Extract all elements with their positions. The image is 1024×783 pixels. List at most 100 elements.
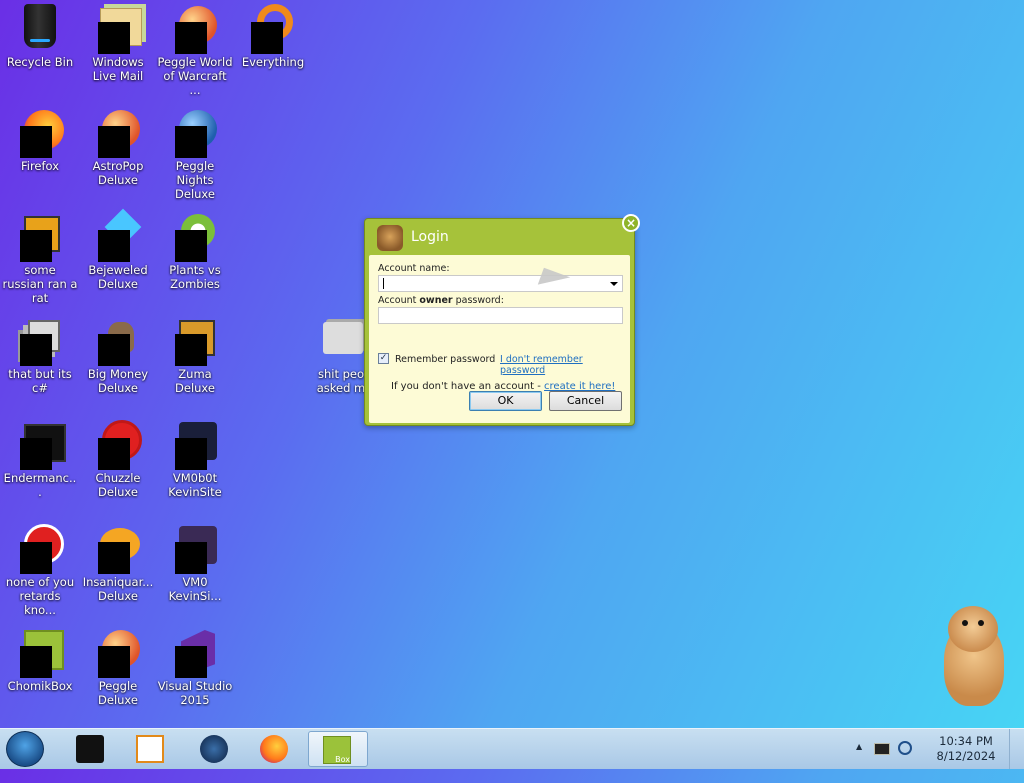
icon-label: Peggle Nights Deluxe: [175, 159, 215, 201]
desktop-icon-big-money[interactable]: Big Money Deluxe: [78, 312, 158, 412]
hamster-mascot: [934, 604, 1014, 708]
monitor-icon: [169, 420, 221, 470]
dialog-titlebar[interactable]: Login ×: [365, 214, 640, 255]
desktop-icon-zuma[interactable]: Zuma Deluxe: [155, 312, 235, 412]
desktop-icon-peggle-wow[interactable]: Peggle World of Warcraft ...: [155, 0, 235, 100]
taskbar-item-terminal[interactable]: [62, 731, 118, 767]
clock-date: 8/12/2024: [936, 749, 996, 763]
desktop-icon-bejeweled[interactable]: Bejeweled Deluxe: [78, 208, 158, 308]
taskbar-item-browser[interactable]: [186, 731, 242, 767]
dark-app-icon: [169, 524, 221, 574]
icon-label: Big Money Deluxe: [87, 367, 149, 395]
desktop-icon-recycle-bin[interactable]: Recycle Bin: [0, 0, 80, 100]
icon-label: Firefox: [20, 159, 60, 173]
media-player-icon: [136, 735, 164, 763]
icon-label: Insaniquar... Deluxe: [82, 575, 154, 603]
start-button[interactable]: [6, 731, 44, 767]
gem-icon: [92, 208, 144, 262]
windows-stack-icon: [14, 316, 66, 366]
icon-label: Zuma Deluxe: [175, 367, 215, 395]
taskbar-item-firefox[interactable]: [246, 731, 302, 767]
fish-icon: [92, 524, 144, 574]
icon-label: some russian ran a rat: [2, 263, 78, 305]
icon-label: Bejeweled Deluxe: [88, 263, 148, 291]
account-name-label: Account name:: [378, 263, 450, 274]
zuma-icon: [169, 316, 221, 366]
cancel-button[interactable]: Cancel: [549, 391, 622, 411]
icon-label: VM0b0t KevinSite: [168, 471, 222, 499]
folder-icon: [315, 316, 367, 364]
plant-icon: [169, 212, 221, 262]
text-caret: [383, 278, 384, 289]
desktop-icon-peggle-deluxe[interactable]: Peggle Deluxe: [78, 624, 158, 724]
desktop-icon-chomikbox[interactable]: ChomikBox: [0, 624, 80, 724]
peggle-icon: [169, 4, 221, 54]
password-label: Account owner password:: [378, 295, 504, 306]
globe-icon: [200, 735, 228, 763]
desktop-icon-that-but-its-csharp[interactable]: that but its c#: [0, 312, 80, 412]
firefox-icon: [260, 735, 288, 763]
remember-password-checkbox[interactable]: ✓: [378, 353, 389, 364]
icon-label: Recycle Bin: [6, 55, 74, 69]
mail-icon: [92, 4, 144, 54]
desktop-icon-plants-vs-zombies[interactable]: Plants vs Zombies: [155, 208, 235, 308]
money-bag-icon: [92, 316, 144, 366]
network-icon[interactable]: [898, 741, 912, 755]
icon-label: VM0 KevinSi...: [168, 575, 222, 603]
desktop-icon-astropop[interactable]: AstroPop Deluxe: [78, 104, 158, 204]
icon-label: that but its c#: [8, 367, 72, 395]
desktop-icon-firefox[interactable]: Firefox: [0, 104, 80, 204]
search-ring-icon: [247, 4, 299, 54]
chomikbox-icon: [14, 628, 66, 678]
remember-password-label: Remember password: [395, 354, 496, 365]
dropdown-arrow-icon[interactable]: [610, 282, 618, 286]
terminal-icon: [76, 735, 104, 763]
desktop-icon-vm0b0t[interactable]: VM0b0t KevinSite: [155, 416, 235, 516]
peggle-nights-icon: [169, 108, 221, 158]
icon-label: Peggle World of Warcraft ...: [157, 55, 233, 97]
icon-label: Windows Live Mail: [92, 55, 144, 83]
red-circle-icon: [14, 524, 66, 574]
clock[interactable]: 10:34 PM 8/12/2024: [930, 734, 1002, 764]
terminal-icon: [14, 420, 66, 470]
desktop-icon-some-russian[interactable]: some russian ran a rat: [0, 208, 80, 308]
password-field[interactable]: [378, 307, 623, 324]
desktop-icon-none-of-you[interactable]: none of you retards kno...: [0, 520, 80, 620]
taskbar: Box ▲ 10:34 PM 8/12/2024: [0, 728, 1024, 769]
forgot-password-link[interactable]: I don't remember password: [500, 354, 630, 376]
taskbar-item-media-player[interactable]: [122, 731, 178, 767]
icon-label: Everything: [241, 55, 305, 69]
desktop-icon-chuzzle[interactable]: Chuzzle Deluxe: [78, 416, 158, 516]
icon-label: Peggle Deluxe: [98, 679, 138, 707]
battery-icon[interactable]: [874, 743, 890, 755]
taskbar-item-chomikbox[interactable]: Box: [308, 731, 368, 767]
desktop-icon-vm0[interactable]: VM0 KevinSi...: [155, 520, 235, 620]
desktop-icon-visual-studio[interactable]: Visual Studio 2015: [155, 624, 235, 724]
firefox-icon: [14, 108, 66, 158]
astropop-icon: [92, 108, 144, 158]
desktop-icon-everything[interactable]: Everything: [233, 0, 313, 100]
recycle-bin-icon: [14, 4, 66, 52]
ok-button[interactable]: OK: [469, 391, 542, 411]
icon-label: AstroPop Deluxe: [92, 159, 144, 187]
desktop-icon-windows-live-mail[interactable]: Windows Live Mail: [78, 0, 158, 100]
show-hidden-icons-arrow[interactable]: ▲: [856, 742, 862, 751]
account-name-combobox[interactable]: [378, 275, 623, 292]
icon-label: none of you retards kno...: [5, 575, 75, 617]
desktop-icon-insaniquarium[interactable]: Insaniquar... Deluxe: [78, 520, 158, 620]
system-tray: ▲ 10:34 PM 8/12/2024: [854, 729, 1024, 769]
close-icon[interactable]: ×: [622, 214, 640, 232]
icon-label: Chuzzle Deluxe: [95, 471, 141, 499]
peggle-icon: [92, 628, 144, 678]
icon-label: Visual Studio 2015: [157, 679, 233, 707]
desktop-icon-peggle-nights[interactable]: Peggle Nights Deluxe: [155, 104, 235, 204]
icon-label: Plants vs Zombies: [169, 263, 221, 291]
desktop: Recycle Bin Firefox some russian ran a r…: [0, 0, 1024, 728]
dialog-title: Login: [411, 229, 449, 245]
show-desktop-button[interactable]: [1009, 729, 1024, 769]
icon-label: Endermanc...: [3, 471, 77, 499]
login-dialog: Login × Account name: Account owner pass…: [364, 214, 640, 426]
hamster-app-icon: [377, 225, 403, 251]
clock-time: 10:34 PM: [939, 734, 993, 748]
desktop-icon-endermanc[interactable]: Endermanc...: [0, 416, 80, 516]
